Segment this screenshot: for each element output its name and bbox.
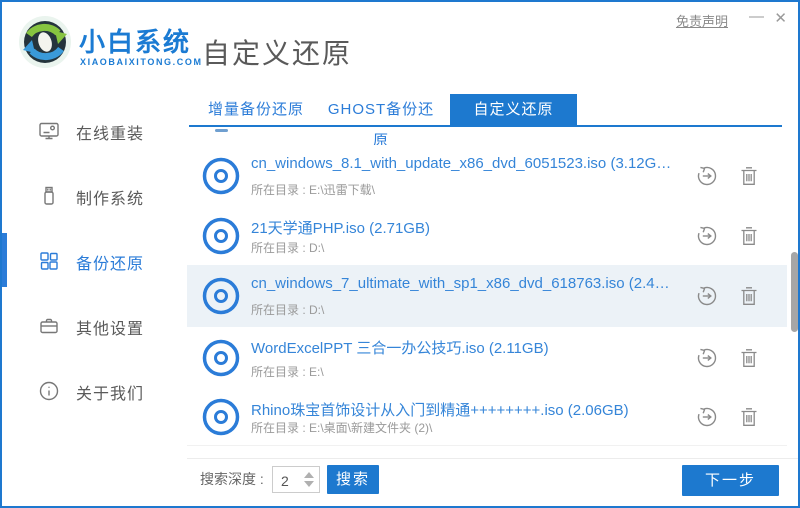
sidebar-item-backup-restore[interactable]: 备份还原 <box>2 239 187 283</box>
brand-domain: XIAOBAIXITONG.COM <box>80 57 203 67</box>
brand-logo-icon <box>19 16 71 68</box>
sidebar-item-online-reinstall[interactable]: 在线重装 <box>2 109 187 153</box>
sidebar-item-label: 在线重装 <box>76 126 145 143</box>
sidebar-active-indicator <box>2 233 7 287</box>
disc-icon <box>202 398 240 436</box>
file-title: 21天学通PHP.iso (2.71GB) <box>251 220 430 237</box>
disc-icon <box>202 339 240 377</box>
sidebar-item-about-us[interactable]: 关于我们 <box>2 369 187 413</box>
file-directory: 所在目录 : D:\ <box>251 303 325 317</box>
next-step-button[interactable]: 下一步 <box>682 465 779 496</box>
search-depth-stepper <box>272 466 320 494</box>
restore-icon[interactable] <box>696 225 718 247</box>
file-list-row[interactable]: cn_windows_8.1_with_update_x86_dvd_60515… <box>187 145 787 208</box>
file-title: cn_windows_7_ultimate_with_sp1_x86_dvd_6… <box>251 275 670 292</box>
sidebar-item-other-settings[interactable]: 其他设置 <box>2 304 187 348</box>
footer-divider <box>187 458 798 459</box>
app-window: 小白系统 XIAOBAIXITONG.COM 自定义还原 免责声明 — ✕ 在线… <box>0 0 800 508</box>
brand-name: 小白系统 <box>79 27 192 57</box>
file-list-row[interactable]: cn_windows_7_ultimate_with_sp1_x86_dvd_6… <box>187 265 787 328</box>
sidebar-item-label: 制作系统 <box>76 191 145 208</box>
trash-icon[interactable] <box>740 407 758 427</box>
file-title: cn_windows_8.1_with_update_x86_dvd_60515… <box>251 155 672 172</box>
briefcase-icon <box>40 318 58 334</box>
sidebar-item-label: 其他设置 <box>76 321 145 338</box>
tab-custom-restore[interactable]: 自定义还原 <box>450 94 577 125</box>
monitor-icon <box>39 122 59 140</box>
tab-incremental-backup-restore[interactable]: 增量备份还原 <box>205 94 307 125</box>
page-title: 自定义还原 <box>202 38 353 69</box>
stepper-up-icon[interactable] <box>304 472 314 478</box>
sidebar: 在线重装 制作系统 备份还原 其他设置 关于我们 <box>2 92 187 506</box>
trash-icon[interactable] <box>740 166 758 186</box>
sidebar-item-make-system[interactable]: 制作系统 <box>2 174 187 218</box>
file-directory: 所在目录 : E:\ <box>251 365 324 379</box>
file-directory: 所在目录 : E:\桌面\新建文件夹 (2)\ <box>251 421 433 435</box>
main-content: 增量备份还原 GHOST备份还原 自定义还原 cn_windows_8.1_wi… <box>187 92 798 506</box>
file-title: Rhino珠宝首饰设计从入门到精通++++++++.iso (2.06GB) <box>251 402 629 419</box>
scrolled-item-partial <box>215 129 228 132</box>
trash-icon[interactable] <box>740 226 758 246</box>
restore-icon[interactable] <box>696 347 718 369</box>
trash-icon[interactable] <box>740 348 758 368</box>
scrollbar-thumb[interactable] <box>791 252 798 332</box>
restore-icon[interactable] <box>696 406 718 428</box>
disc-icon <box>202 157 240 195</box>
file-list-row[interactable]: Rhino珠宝首饰设计从入门到精通++++++++.iso (2.06GB) 所… <box>187 389 787 446</box>
sidebar-item-label: 关于我们 <box>76 386 145 403</box>
blocks-icon <box>40 252 58 270</box>
file-directory: 所在目录 : E:\迅雷下载\ <box>251 183 376 197</box>
minimize-button[interactable]: — <box>749 8 764 25</box>
file-list-row[interactable]: 21天学通PHP.iso (2.71GB) 所在目录 : D:\ <box>187 207 787 266</box>
disc-icon <box>202 277 240 315</box>
search-depth-label: 搜索深度 : <box>200 471 264 487</box>
file-title: WordExcelPPT 三合一办公技巧.iso (2.11GB) <box>251 340 549 357</box>
search-button[interactable]: 搜索 <box>327 465 379 494</box>
usb-drive-icon <box>44 186 54 205</box>
file-directory: 所在目录 : D:\ <box>251 241 325 255</box>
sidebar-item-label: 备份还原 <box>76 256 145 273</box>
restore-icon[interactable] <box>696 165 718 187</box>
file-list-row[interactable]: WordExcelPPT 三合一办公技巧.iso (2.11GB) 所在目录 :… <box>187 327 787 390</box>
stepper-down-icon[interactable] <box>304 481 314 487</box>
disclaimer-link[interactable]: 免责声明 <box>676 11 728 30</box>
disc-icon <box>202 217 240 255</box>
trash-icon[interactable] <box>740 286 758 306</box>
tab-ghost-backup-restore[interactable]: GHOST备份还原 <box>322 94 440 149</box>
close-button[interactable]: ✕ <box>774 9 787 27</box>
info-icon <box>39 381 59 401</box>
restore-icon[interactable] <box>696 285 718 307</box>
tab-underline <box>189 125 782 127</box>
